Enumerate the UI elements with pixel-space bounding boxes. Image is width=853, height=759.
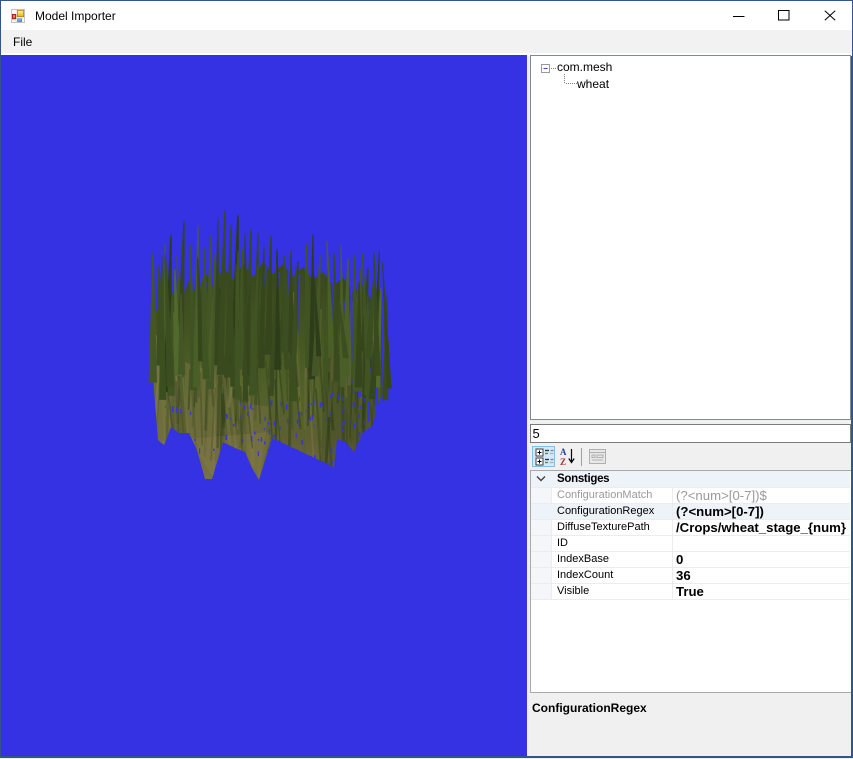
svg-text:Z: Z (560, 457, 566, 467)
svg-text:A: A (560, 447, 567, 457)
